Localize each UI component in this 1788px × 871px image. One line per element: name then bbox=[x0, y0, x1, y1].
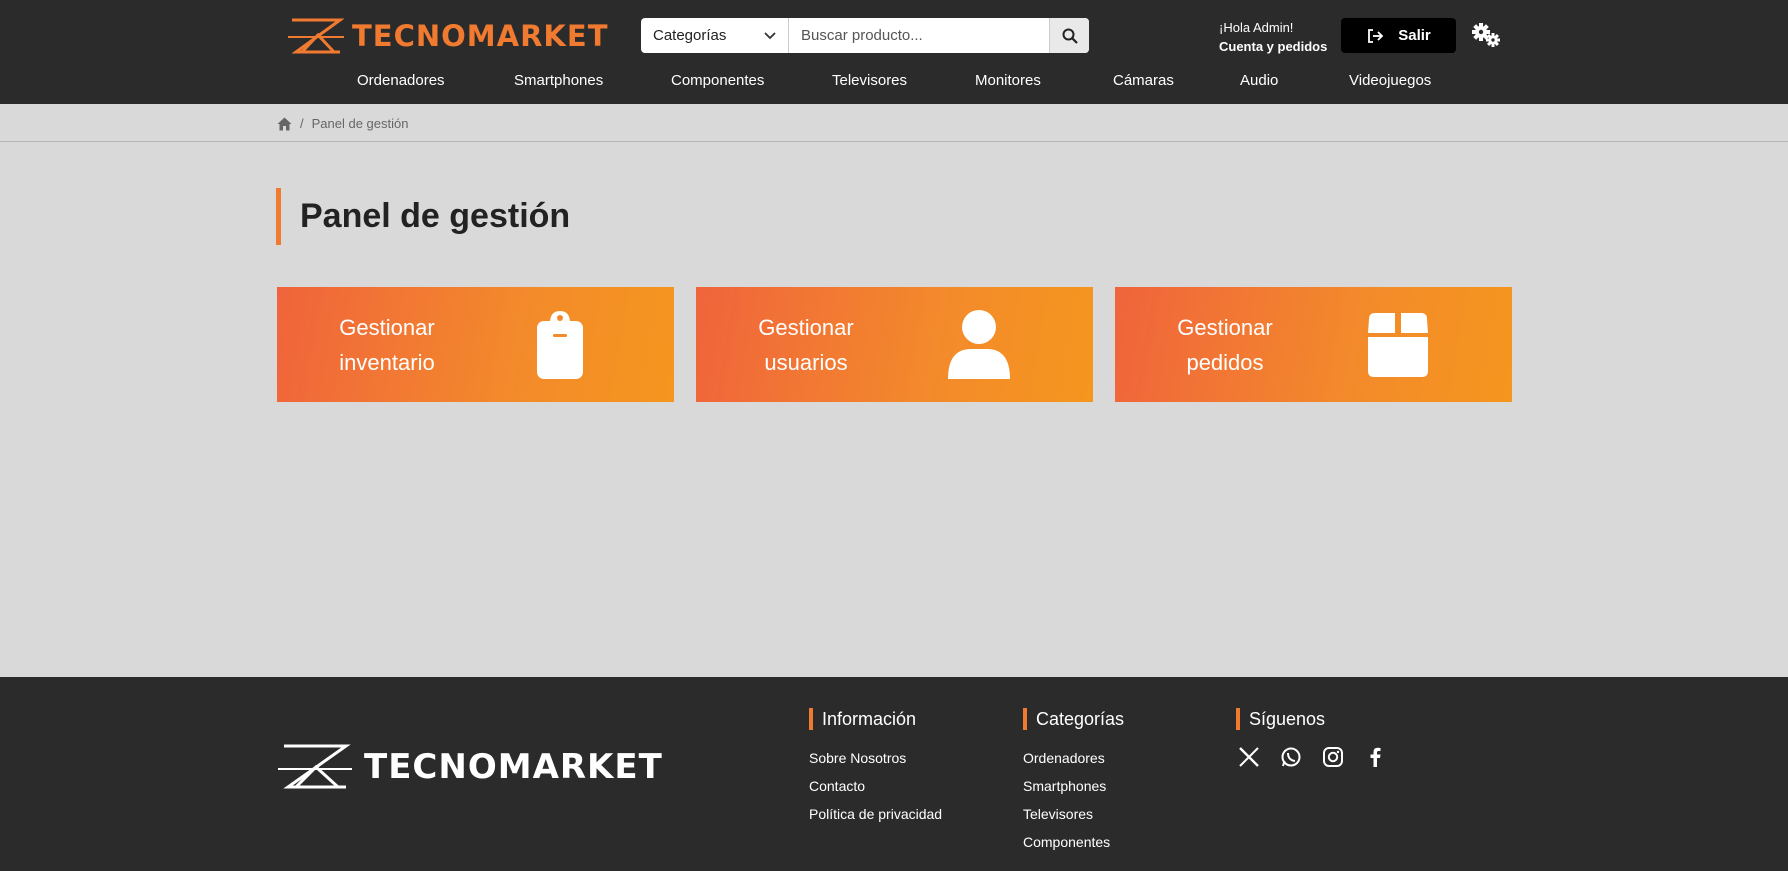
nav-item-televisores[interactable]: Televisores bbox=[832, 72, 907, 89]
footer-link[interactable]: Ordenadores bbox=[1023, 744, 1124, 772]
breadcrumb-bar: / Panel de gestión bbox=[0, 104, 1788, 142]
card-label: Gestionar inventario bbox=[277, 310, 497, 380]
nav-item-componentes[interactable]: Componentes bbox=[671, 72, 764, 89]
site-footer: TECNOMARKET Información Sobre Nosotros C… bbox=[0, 677, 1788, 871]
settings-gears-icon[interactable] bbox=[1470, 22, 1502, 48]
logo-text: TECNOMARKET bbox=[352, 19, 609, 53]
breadcrumb: / Panel de gestión bbox=[277, 116, 408, 131]
card-label-line1: Gestionar bbox=[758, 314, 854, 340]
footer-logo-text: TECNOMARKET bbox=[364, 747, 663, 787]
x-icon[interactable] bbox=[1238, 746, 1260, 768]
nav-item-camaras[interactable]: Cámaras bbox=[1113, 72, 1174, 89]
site-logo[interactable]: TECNOMARKET bbox=[288, 16, 609, 56]
nav-item-smartphones[interactable]: Smartphones bbox=[514, 72, 603, 89]
card-label-line2: inventario bbox=[339, 349, 435, 375]
main-nav: Ordenadores Smartphones Componentes Tele… bbox=[0, 72, 1788, 94]
card-label: Gestionar usuarios bbox=[696, 310, 916, 380]
home-icon[interactable] bbox=[277, 117, 292, 131]
card-label-line1: Gestionar bbox=[1177, 314, 1273, 340]
manage-users-card[interactable]: Gestionar usuarios bbox=[696, 287, 1093, 402]
category-select-label: Categorías bbox=[653, 27, 727, 44]
logout-button[interactable]: Salir bbox=[1341, 18, 1456, 53]
greeting-text: ¡Hola Admin! bbox=[1219, 20, 1294, 35]
chevron-down-icon bbox=[764, 31, 776, 39]
site-header: TECNOMARKET Categorías ¡Hola Admin! Cuen… bbox=[0, 0, 1788, 104]
footer-categories-column: Categorías Ordenadores Smartphones Telev… bbox=[1023, 708, 1124, 856]
user-greeting: ¡Hola Admin! Cuenta y pedidos bbox=[1219, 18, 1327, 56]
facebook-icon[interactable] bbox=[1364, 746, 1386, 768]
card-label-line2: usuarios bbox=[764, 349, 848, 375]
category-select[interactable]: Categorías bbox=[641, 18, 789, 53]
nav-item-videojuegos[interactable]: Videojuegos bbox=[1349, 72, 1431, 89]
search-bar: Categorías bbox=[641, 18, 1089, 53]
logout-icon bbox=[1368, 28, 1384, 43]
footer-categories-heading: Categorías bbox=[1023, 708, 1124, 730]
footer-logo[interactable]: TECNOMARKET bbox=[278, 743, 663, 791]
footer-link[interactable]: Contacto bbox=[809, 772, 942, 800]
card-label-line2: pedidos bbox=[1186, 349, 1264, 375]
footer-social-heading: Síguenos bbox=[1236, 708, 1386, 730]
footer-link[interactable]: Componentes bbox=[1023, 828, 1124, 856]
nav-item-monitores[interactable]: Monitores bbox=[975, 72, 1041, 89]
box-icon bbox=[1368, 313, 1428, 377]
footer-link[interactable]: Política de privacidad bbox=[809, 800, 942, 828]
search-button[interactable] bbox=[1049, 18, 1089, 53]
logo-mark-icon bbox=[288, 18, 344, 54]
breadcrumb-current: Panel de gestión bbox=[311, 116, 409, 131]
user-icon bbox=[948, 310, 1010, 379]
instagram-icon[interactable] bbox=[1322, 746, 1344, 768]
nav-item-audio[interactable]: Audio bbox=[1240, 72, 1278, 89]
social-icons bbox=[1238, 746, 1386, 768]
footer-logo-mark-icon bbox=[278, 744, 352, 789]
footer-link[interactable]: Televisores bbox=[1023, 800, 1124, 828]
card-label-line1: Gestionar bbox=[339, 314, 435, 340]
logout-label: Salir bbox=[1398, 27, 1431, 44]
breadcrumb-separator: / bbox=[300, 116, 304, 131]
manage-inventory-card[interactable]: Gestionar inventario bbox=[277, 287, 674, 402]
clipboard-icon bbox=[537, 311, 583, 379]
search-icon bbox=[1062, 28, 1078, 44]
footer-info-heading: Información bbox=[809, 708, 942, 730]
footer-info-links: Sobre Nosotros Contacto Política de priv… bbox=[809, 744, 942, 828]
account-orders-link[interactable]: Cuenta y pedidos bbox=[1219, 37, 1327, 56]
page-title: Panel de gestión bbox=[276, 188, 570, 245]
manage-orders-card[interactable]: Gestionar pedidos bbox=[1115, 287, 1512, 402]
whatsapp-icon[interactable] bbox=[1280, 746, 1302, 768]
footer-link[interactable]: Smartphones bbox=[1023, 772, 1124, 800]
footer-social-column: Síguenos bbox=[1236, 708, 1386, 768]
card-label: Gestionar pedidos bbox=[1115, 310, 1335, 380]
footer-info-column: Información Sobre Nosotros Contacto Polí… bbox=[809, 708, 942, 828]
search-input[interactable] bbox=[789, 18, 1049, 53]
footer-categories-links: Ordenadores Smartphones Televisores Comp… bbox=[1023, 744, 1124, 856]
nav-item-ordenadores[interactable]: Ordenadores bbox=[357, 72, 445, 89]
footer-link[interactable]: Sobre Nosotros bbox=[809, 744, 942, 772]
